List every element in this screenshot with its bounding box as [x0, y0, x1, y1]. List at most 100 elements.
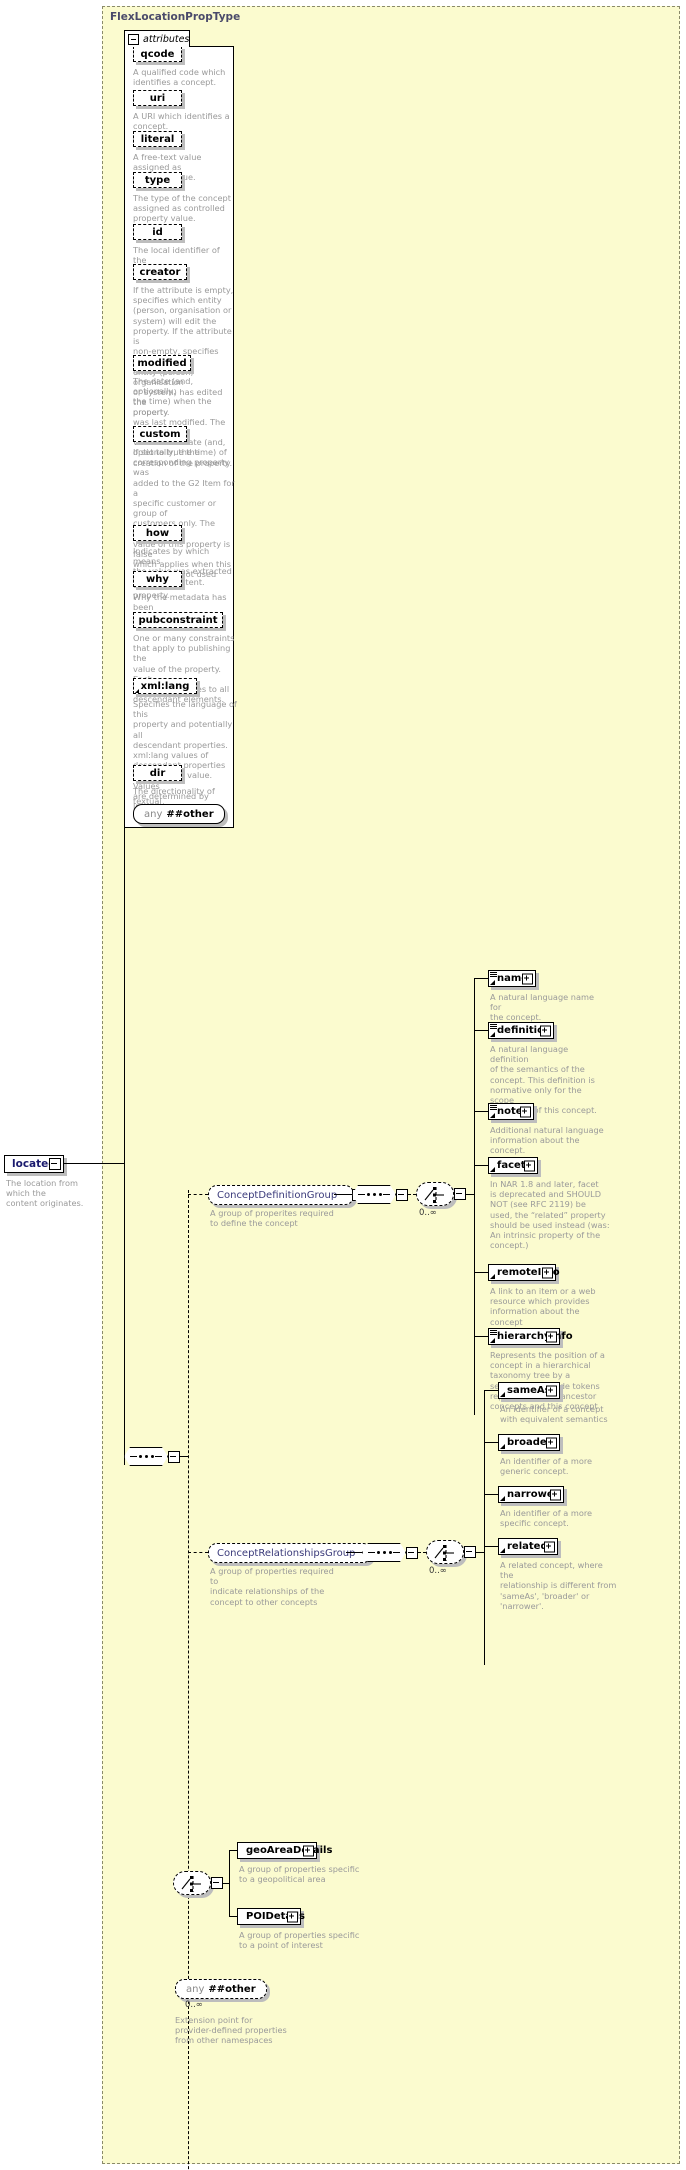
- sequence-lines-icon: [490, 1330, 497, 1335]
- element-narrower[interactable]: narrower: [498, 1486, 564, 1503]
- element-note[interactable]: note: [488, 1103, 534, 1120]
- collapse-minus-icon[interactable]: [168, 1450, 180, 1463]
- crg-sequence-connector-wrap: [362, 1543, 418, 1562]
- attribute-qcode[interactable]: qcode: [133, 46, 182, 62]
- attribute-type-label: type: [144, 174, 171, 186]
- element-poidetails[interactable]: POIDetails: [237, 1908, 305, 1925]
- element-broader[interactable]: broader: [498, 1434, 560, 1451]
- attribute-id-label: id: [152, 226, 163, 238]
- attribute-uri[interactable]: uri: [133, 90, 182, 106]
- connector-spine-vertical: [124, 440, 125, 1465]
- connector-cdg-branch-vertical: [474, 978, 475, 1415]
- element-geoareadetails[interactable]: geoAreaDetails: [237, 1842, 332, 1859]
- sequence-bar-icon: [368, 1551, 375, 1554]
- connector-cdg-to-seq: [334, 1194, 352, 1195]
- expand-plus-icon[interactable]: [540, 1025, 551, 1036]
- element-sameas-label: sameAs: [507, 1385, 551, 1396]
- sequence-lines-icon: [490, 1024, 497, 1029]
- element-related[interactable]: related: [498, 1538, 558, 1555]
- connector-cdg-child-4: [474, 1272, 488, 1273]
- expand-plus-icon[interactable]: [542, 1267, 553, 1278]
- choice-glyph-icon: [181, 1876, 201, 1892]
- trailing-any-cardinality: 0..∞: [185, 2000, 203, 2010]
- element-geoareadetails-desc: A group of properties specific to a geop…: [239, 1864, 360, 1885]
- attribute-type[interactable]: type: [133, 172, 182, 188]
- connector-crg-child-0: [484, 1390, 498, 1391]
- attributes-tab[interactable]: attributes: [124, 30, 190, 47]
- expand-plus-icon[interactable]: [520, 1106, 531, 1117]
- attribute-how[interactable]: how: [133, 525, 182, 541]
- expand-plus-icon[interactable]: [550, 1489, 561, 1500]
- sequence-bar-icon: [155, 1455, 162, 1458]
- element-broader-label: broader: [507, 1437, 552, 1448]
- group-conceptdefinitiongroup[interactable]: ConceptDefinitionGroup: [208, 1185, 365, 1205]
- sequence-dot-icon: [150, 1455, 154, 1458]
- attribute-literal[interactable]: literal: [133, 131, 182, 147]
- connector-cdg-choice-out: [466, 1194, 474, 1195]
- cdg-sequence-connector-wrap: [352, 1185, 408, 1204]
- main-sequence-connector[interactable]: [124, 1447, 168, 1466]
- attribute-id[interactable]: id: [133, 224, 182, 240]
- expand-plus-icon[interactable]: [303, 1845, 314, 1856]
- crg-sequence-connector[interactable]: [362, 1543, 406, 1562]
- element-narrower-desc: An identifier of a more specific concept…: [500, 1508, 593, 1529]
- expand-plus-icon[interactable]: [546, 1437, 557, 1448]
- attribute-any-other[interactable]: any ##other: [133, 804, 225, 824]
- connector-cdg-child-5: [474, 1336, 488, 1337]
- connector-crg-seq-to-choice: [418, 1552, 426, 1553]
- collapse-minus-icon[interactable]: [396, 1188, 408, 1201]
- element-hierarchyinfo[interactable]: hierarchyInfo: [488, 1328, 573, 1345]
- collapse-minus-icon[interactable]: [211, 1877, 223, 1889]
- element-name-desc: A natural language name for the concept.: [490, 992, 595, 1023]
- element-sameas[interactable]: sameAs: [498, 1382, 560, 1399]
- attribute-qcode-desc: A qualified code which identifies a conc…: [133, 67, 226, 88]
- element-broader-desc: An identifier of a more generic concept.: [500, 1456, 593, 1477]
- attribute-pubconstraint[interactable]: pubconstraint: [133, 612, 223, 628]
- group-conceptrelationshipsgroup[interactable]: ConceptRelationshipsGroup: [208, 1543, 383, 1563]
- attribute-creator[interactable]: creator: [133, 264, 187, 280]
- connector-crg-child-1: [484, 1442, 498, 1443]
- element-note-label: note: [497, 1106, 523, 1117]
- collapse-minus-icon[interactable]: [49, 1158, 61, 1170]
- element-definition[interactable]: definition: [488, 1022, 554, 1039]
- expand-plus-icon[interactable]: [287, 1911, 298, 1922]
- element-remoteinfo-desc: A link to an item or a web resource whic…: [490, 1286, 596, 1327]
- element-located[interactable]: located: [4, 1155, 64, 1173]
- expand-plus-icon[interactable]: [546, 1385, 557, 1396]
- trailing-any-other[interactable]: any ##other: [175, 1979, 267, 1999]
- attribute-custom[interactable]: custom: [133, 426, 187, 442]
- connector-cdg-child-1: [474, 1030, 488, 1031]
- attribute-modified[interactable]: modified: [133, 355, 191, 371]
- expand-plus-icon[interactable]: [522, 973, 533, 984]
- attribute-xml-lang[interactable]: xml:lang: [133, 678, 197, 694]
- element-sameas-desc: An identifier of a concept with equivale…: [500, 1404, 608, 1425]
- attribute-why-label: why: [146, 573, 169, 585]
- element-remoteinfo[interactable]: remoteInfo: [488, 1264, 560, 1281]
- expand-plus-icon[interactable]: [524, 1160, 535, 1171]
- detail-choice-connector[interactable]: [173, 1871, 211, 1895]
- element-name[interactable]: name: [488, 970, 536, 987]
- expand-plus-icon[interactable]: [546, 1331, 557, 1342]
- attribute-dir[interactable]: dir: [133, 765, 182, 781]
- attribute-why[interactable]: why: [133, 571, 182, 587]
- collapse-minus-icon[interactable]: [464, 1546, 476, 1558]
- collapse-minus-icon[interactable]: [454, 1188, 466, 1200]
- cdg-sequence-connector[interactable]: [352, 1185, 396, 1204]
- element-facet[interactable]: facet: [488, 1157, 538, 1174]
- group-conceptdefinitiongroup-desc: A group of properites required to define…: [210, 1208, 334, 1229]
- choice-glyph-icon: [434, 1545, 454, 1561]
- attribute-uri-desc: A URI which identifies a concept.: [133, 111, 230, 132]
- connector-crg-choice-out: [476, 1552, 484, 1553]
- collapse-minus-icon[interactable]: [406, 1546, 418, 1559]
- crg-choice-connector[interactable]: [426, 1540, 464, 1564]
- sequence-bar-icon: [393, 1551, 400, 1554]
- group-conceptrelationshipsgroup-label: ConceptRelationshipsGroup: [217, 1547, 356, 1559]
- connector-cdg-child-0: [474, 978, 488, 979]
- connector-branch-concept-definition: [188, 1194, 208, 1195]
- element-related-desc: A related concept, where the relationshi…: [500, 1560, 617, 1611]
- expand-plus-icon[interactable]: [544, 1541, 555, 1552]
- cdg-choice-connector[interactable]: [416, 1182, 454, 1206]
- sequence-dot-icon: [388, 1551, 392, 1554]
- collapse-minus-icon[interactable]: [128, 33, 139, 45]
- any-namespace-label: ##other: [208, 1983, 256, 1995]
